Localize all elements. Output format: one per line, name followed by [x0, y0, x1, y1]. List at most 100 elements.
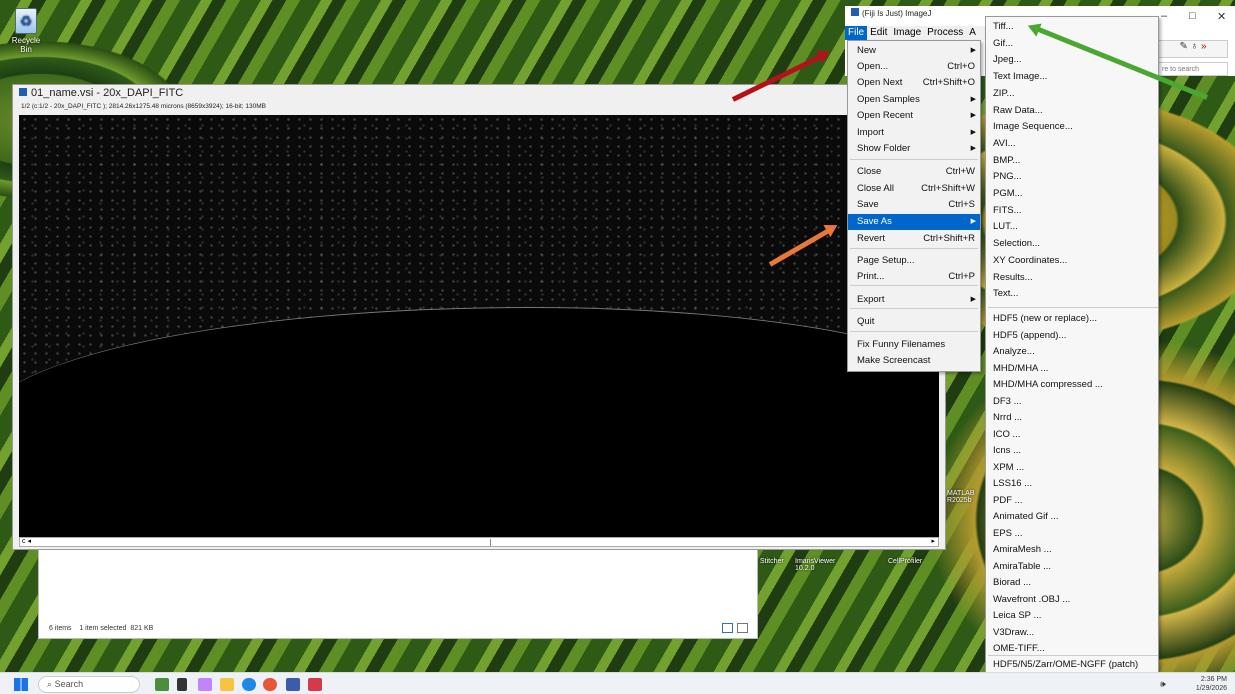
desktop-app-cellprofiler[interactable]: CellProfiler: [888, 558, 922, 565]
desktop-app-stitcher[interactable]: Stitcher: [760, 558, 784, 565]
file-menu-item-close-all[interactable]: Close All Ctrl+Shift+W: [848, 181, 980, 197]
file-menu-item-close[interactable]: Close Ctrl+W: [848, 164, 980, 180]
save-as-item[interactable]: Results...: [986, 270, 1158, 286]
menu-item-label: Close All: [857, 183, 894, 194]
details-view-icon[interactable]: [722, 623, 733, 633]
save-as-item[interactable]: Analyze...: [986, 344, 1158, 360]
save-as-item[interactable]: LSS16 ...: [986, 476, 1158, 492]
menu-image[interactable]: Image: [890, 26, 924, 40]
file-menu-item-print[interactable]: Print... Ctrl+P: [848, 269, 980, 285]
firefox-icon[interactable]: [263, 678, 277, 691]
taskbar-widgets-icon[interactable]: [155, 678, 169, 691]
save-as-item[interactable]: Text Image...: [986, 69, 1158, 85]
save-as-item[interactable]: HDF5/N5/Zarr/OME-NGFF (patch): [986, 657, 1158, 673]
volume-icon[interactable]: 🕪: [1160, 679, 1166, 690]
taskbar-app-icon[interactable]: [308, 678, 322, 691]
menu-analyze[interactable]: A: [966, 26, 979, 40]
file-menu-item-revert[interactable]: Revert Ctrl+Shift+R: [848, 231, 980, 247]
menu-item-label: Open...: [857, 61, 889, 72]
channel-scrollbar[interactable]: c ◂ ▸: [19, 537, 939, 547]
file-menu-item-fix-funny-filenames[interactable]: Fix Funny Filenames: [848, 337, 980, 353]
file-menu-item-export[interactable]: Export ▶: [848, 292, 980, 308]
file-menu-item-open-samples[interactable]: Open Samples ▶: [848, 92, 980, 108]
save-as-item[interactable]: HDF5 (new or replace)...: [986, 311, 1158, 327]
menu-process[interactable]: Process: [924, 26, 966, 40]
scroll-left-arrow-icon[interactable]: ◂: [27, 538, 31, 545]
file-menu-item-save[interactable]: Save Ctrl+S: [848, 197, 980, 213]
taskbar-search[interactable]: ⌕ Search: [38, 676, 140, 693]
save-as-item[interactable]: ZIP...: [986, 86, 1158, 102]
save-as-item[interactable]: Nrrd ...: [986, 410, 1158, 426]
image-window-titlebar[interactable]: 01_name.vsi - 20x_DAPI_FITC: [13, 85, 945, 101]
save-as-item[interactable]: Selection...: [986, 236, 1158, 252]
save-as-item[interactable]: DF3 ...: [986, 394, 1158, 410]
save-as-item[interactable]: LUT...: [986, 219, 1158, 235]
save-as-item[interactable]: HDF5 (append)...: [986, 328, 1158, 344]
file-menu-item-page-setup[interactable]: Page Setup...: [848, 253, 980, 269]
file-menu-item-open-recent[interactable]: Open Recent ▶: [848, 108, 980, 124]
save-as-item[interactable]: PDF ...: [986, 493, 1158, 509]
save-as-item[interactable]: PGM...: [986, 186, 1158, 202]
scroll-right-arrow-icon[interactable]: ▸: [931, 538, 935, 546]
menu-item-label: Save As: [857, 216, 892, 227]
menu-item-label: Save: [857, 199, 879, 210]
toolbar-icons[interactable]: ✎ ♁ »: [1158, 40, 1228, 58]
save-as-item[interactable]: AVI...: [986, 136, 1158, 152]
menu-item-label: Open Samples: [857, 94, 920, 105]
menu-item-label: Make Screencast: [857, 355, 931, 366]
file-explorer-icon[interactable]: [220, 678, 234, 691]
save-as-item[interactable]: Text...: [986, 286, 1158, 302]
menu-file[interactable]: File: [845, 26, 868, 40]
save-as-item[interactable]: Leica SP ...: [986, 608, 1158, 624]
save-as-item[interactable]: Raw Data...: [986, 103, 1158, 119]
save-as-item[interactable]: Image Sequence...: [986, 119, 1158, 135]
clock[interactable]: 2:36 PM 1/29/2026: [1196, 675, 1227, 693]
save-as-item[interactable]: Tiff...: [986, 19, 1158, 35]
dropper-icon[interactable]: ♁: [1191, 41, 1199, 52]
save-as-item[interactable]: AmiraTable ...: [986, 559, 1158, 575]
taskbar-app-icon[interactable]: [198, 678, 212, 691]
pencil-icon[interactable]: ✎: [1179, 41, 1187, 52]
file-menu-item-save-as[interactable]: Save As ▶: [848, 214, 980, 230]
imagej-taskbar-icon[interactable]: [286, 678, 300, 691]
tiles-view-icon[interactable]: [737, 623, 748, 633]
file-menu-item-quit[interactable]: Quit: [848, 314, 980, 330]
file-menu-item-make-screencast[interactable]: Make Screencast: [848, 353, 980, 369]
menu-shortcut: Ctrl+O: [947, 61, 975, 72]
menu-edit[interactable]: Edit: [867, 26, 890, 40]
save-as-item[interactable]: Wavefront .OBJ ...: [986, 592, 1158, 608]
save-as-item[interactable]: XY Coordinates...: [986, 253, 1158, 269]
save-as-item[interactable]: Icns ...: [986, 443, 1158, 459]
save-as-item[interactable]: Animated Gif ...: [986, 509, 1158, 525]
file-menu-item-open-next[interactable]: Open Next Ctrl+Shift+O: [848, 75, 980, 91]
desktop-app-imaris[interactable]: ImarisViewer 10.2.0: [795, 558, 835, 572]
search-input[interactable]: re to search: [1158, 62, 1228, 76]
save-as-item[interactable]: PNG...: [986, 169, 1158, 185]
save-as-item[interactable]: FITS...: [986, 203, 1158, 219]
save-as-item[interactable]: ICO ...: [986, 427, 1158, 443]
save-as-item[interactable]: V3Draw...: [986, 625, 1158, 641]
save-as-item[interactable]: MHD/MHA compressed ...: [986, 377, 1158, 393]
recycle-bin-icon[interactable]: ♻ Recycle Bin: [8, 8, 44, 54]
save-as-item[interactable]: XPM ...: [986, 460, 1158, 476]
close-button[interactable]: ✕: [1217, 10, 1226, 23]
scroll-thumb[interactable]: [490, 539, 491, 546]
file-menu-item-show-folder[interactable]: Show Folder ▶: [848, 141, 980, 157]
save-as-item[interactable]: MHD/MHA ...: [986, 361, 1158, 377]
desktop-app-matlab[interactable]: MATLAB R2025b: [947, 490, 981, 504]
task-view-icon[interactable]: [177, 678, 187, 691]
file-menu-item-open[interactable]: Open... Ctrl+O: [848, 59, 980, 75]
image-canvas[interactable]: [19, 115, 939, 537]
more-tools-icon[interactable]: »: [1201, 41, 1207, 52]
save-as-item[interactable]: Biorad ...: [986, 575, 1158, 591]
submenu-arrow-icon: ▶: [970, 96, 976, 103]
save-as-item[interactable]: BMP...: [986, 153, 1158, 169]
save-as-item[interactable]: AmiraMesh ...: [986, 542, 1158, 558]
minimize-button[interactable]: –: [1161, 10, 1167, 22]
file-menu-item-new[interactable]: New ▶: [848, 43, 980, 59]
edge-icon[interactable]: [242, 678, 256, 691]
maximize-button[interactable]: □: [1189, 10, 1196, 22]
start-icon[interactable]: [14, 678, 28, 691]
file-menu-item-import[interactable]: Import ▶: [848, 125, 980, 141]
save-as-item[interactable]: EPS ...: [986, 526, 1158, 542]
